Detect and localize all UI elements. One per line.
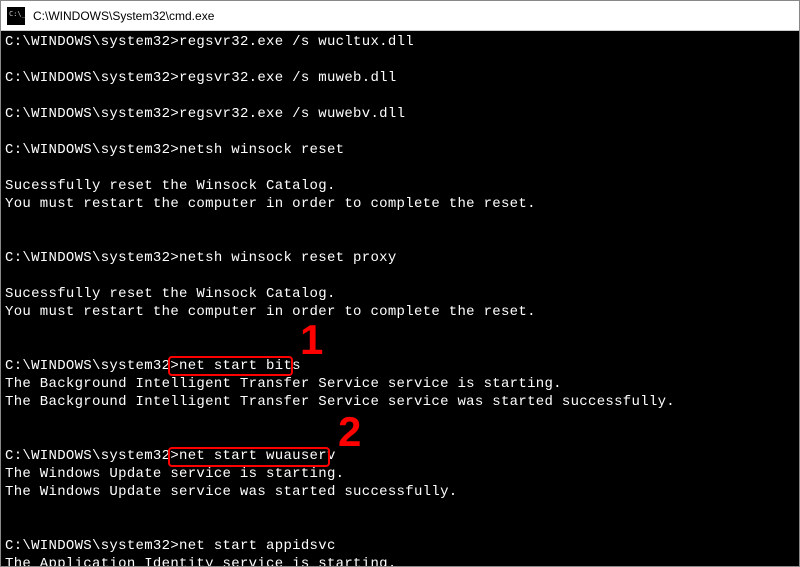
prompt: C:\WINDOWS\system32> <box>5 250 179 266</box>
cmd-icon <box>7 7 25 25</box>
prompt: C:\WINDOWS\system32> <box>5 106 179 122</box>
output-line: You must restart the computer in order t… <box>5 195 795 213</box>
command-text: net start wuauserv <box>179 448 336 464</box>
terminal-output[interactable]: C:\WINDOWS\system32>regsvr32.exe /s wucl… <box>1 31 799 566</box>
blank-line <box>5 519 795 537</box>
blank-line <box>5 123 795 141</box>
titlebar-path: C:\WINDOWS\System32\cmd.exe <box>33 9 214 23</box>
blank-line <box>5 267 795 285</box>
output-line: The Application Identity service is star… <box>5 555 795 566</box>
blank-line <box>5 321 795 339</box>
command-text: net start appidsvc <box>179 538 336 554</box>
blank-line <box>5 51 795 69</box>
output-line: The Background Intelligent Transfer Serv… <box>5 375 795 393</box>
command-text: regsvr32.exe /s wucltux.dll <box>179 34 414 50</box>
cmd-window: C:\WINDOWS\System32\cmd.exe C:\WINDOWS\s… <box>0 0 800 567</box>
output-line: Sucessfully reset the Winsock Catalog. <box>5 177 795 195</box>
command-line: C:\WINDOWS\system32>net start bits <box>5 357 795 375</box>
command-text: regsvr32.exe /s wuwebv.dll <box>179 106 405 122</box>
prompt: C:\WINDOWS\system32> <box>5 142 179 158</box>
output-line: You must restart the computer in order t… <box>5 303 795 321</box>
prompt: C:\WINDOWS\system32> <box>5 358 179 374</box>
prompt: C:\WINDOWS\system32> <box>5 448 179 464</box>
command-line: C:\WINDOWS\system32>net start wuauserv <box>5 447 795 465</box>
blank-line <box>5 159 795 177</box>
output-line: Sucessfully reset the Winsock Catalog. <box>5 285 795 303</box>
blank-line <box>5 501 795 519</box>
command-text: netsh winsock reset proxy <box>179 250 397 266</box>
command-text: netsh winsock reset <box>179 142 344 158</box>
blank-line <box>5 339 795 357</box>
blank-line <box>5 87 795 105</box>
command-line: C:\WINDOWS\system32>regsvr32.exe /s wuwe… <box>5 105 795 123</box>
command-text: net start bits <box>179 358 301 374</box>
blank-line <box>5 411 795 429</box>
prompt: C:\WINDOWS\system32> <box>5 538 179 554</box>
command-line: C:\WINDOWS\system32>regsvr32.exe /s muwe… <box>5 69 795 87</box>
blank-line <box>5 429 795 447</box>
output-line: The Background Intelligent Transfer Serv… <box>5 393 795 411</box>
command-line: C:\WINDOWS\system32>netsh winsock reset … <box>5 249 795 267</box>
blank-line <box>5 213 795 231</box>
command-line: C:\WINDOWS\system32>net start appidsvc <box>5 537 795 555</box>
prompt: C:\WINDOWS\system32> <box>5 34 179 50</box>
command-line: C:\WINDOWS\system32>netsh winsock reset <box>5 141 795 159</box>
blank-line <box>5 231 795 249</box>
titlebar[interactable]: C:\WINDOWS\System32\cmd.exe <box>1 1 799 31</box>
output-line: The Windows Update service is starting. <box>5 465 795 483</box>
prompt: C:\WINDOWS\system32> <box>5 70 179 86</box>
command-text: regsvr32.exe /s muweb.dll <box>179 70 397 86</box>
command-line: C:\WINDOWS\system32>regsvr32.exe /s wucl… <box>5 33 795 51</box>
output-line: The Windows Update service was started s… <box>5 483 795 501</box>
